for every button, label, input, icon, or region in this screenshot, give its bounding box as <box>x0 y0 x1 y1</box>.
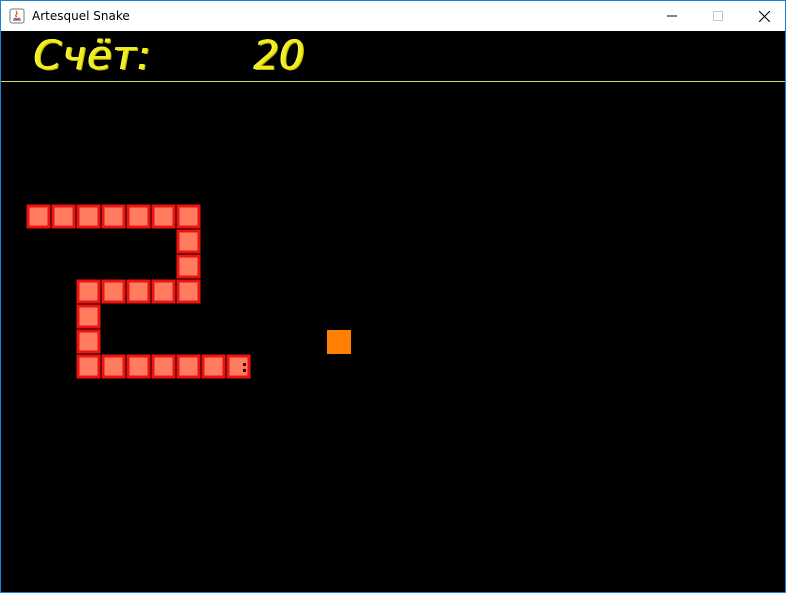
snake-segment <box>176 229 201 254</box>
snake-segment <box>101 204 126 229</box>
snake-segment <box>76 304 101 329</box>
score-label: Счёт: <box>34 33 152 79</box>
snake-segment <box>76 279 101 304</box>
app-window: Artesquel Snake Счёт: 20 <box>0 0 786 593</box>
minimize-button[interactable] <box>649 1 695 31</box>
java-app-icon <box>9 8 25 24</box>
title-bar[interactable]: Artesquel Snake <box>1 1 785 31</box>
maximize-button[interactable] <box>695 1 741 31</box>
snake-segment <box>176 279 201 304</box>
snake-eye <box>243 363 246 366</box>
snake-segment <box>126 204 151 229</box>
snake-head <box>226 354 251 379</box>
game-field <box>26 204 351 379</box>
close-icon <box>758 10 770 22</box>
snake-segment <box>26 204 51 229</box>
snake-segment <box>126 354 151 379</box>
minimize-icon <box>667 15 677 17</box>
snake-segment <box>76 329 101 354</box>
snake-segment <box>176 204 201 229</box>
snake-segment <box>101 279 126 304</box>
snake-segment <box>76 354 101 379</box>
snake-segment <box>176 354 201 379</box>
snake-segment <box>51 204 76 229</box>
game-canvas[interactable]: Счёт: 20 <box>1 31 785 592</box>
snake-segment <box>151 279 176 304</box>
food-item <box>327 330 351 354</box>
score-bar: Счёт: 20 <box>1 31 785 82</box>
snake-eye <box>243 369 246 372</box>
snake-segment <box>126 279 151 304</box>
snake-segment <box>151 354 176 379</box>
snake-segment <box>76 204 101 229</box>
close-button[interactable] <box>741 1 786 31</box>
window-title: Artesquel Snake <box>32 9 130 23</box>
score-value: 20 <box>254 33 305 79</box>
snake-segment <box>151 204 176 229</box>
maximize-icon <box>713 11 723 21</box>
snake-segment <box>201 354 226 379</box>
snake-segment <box>101 354 126 379</box>
snake-segment <box>176 254 201 279</box>
